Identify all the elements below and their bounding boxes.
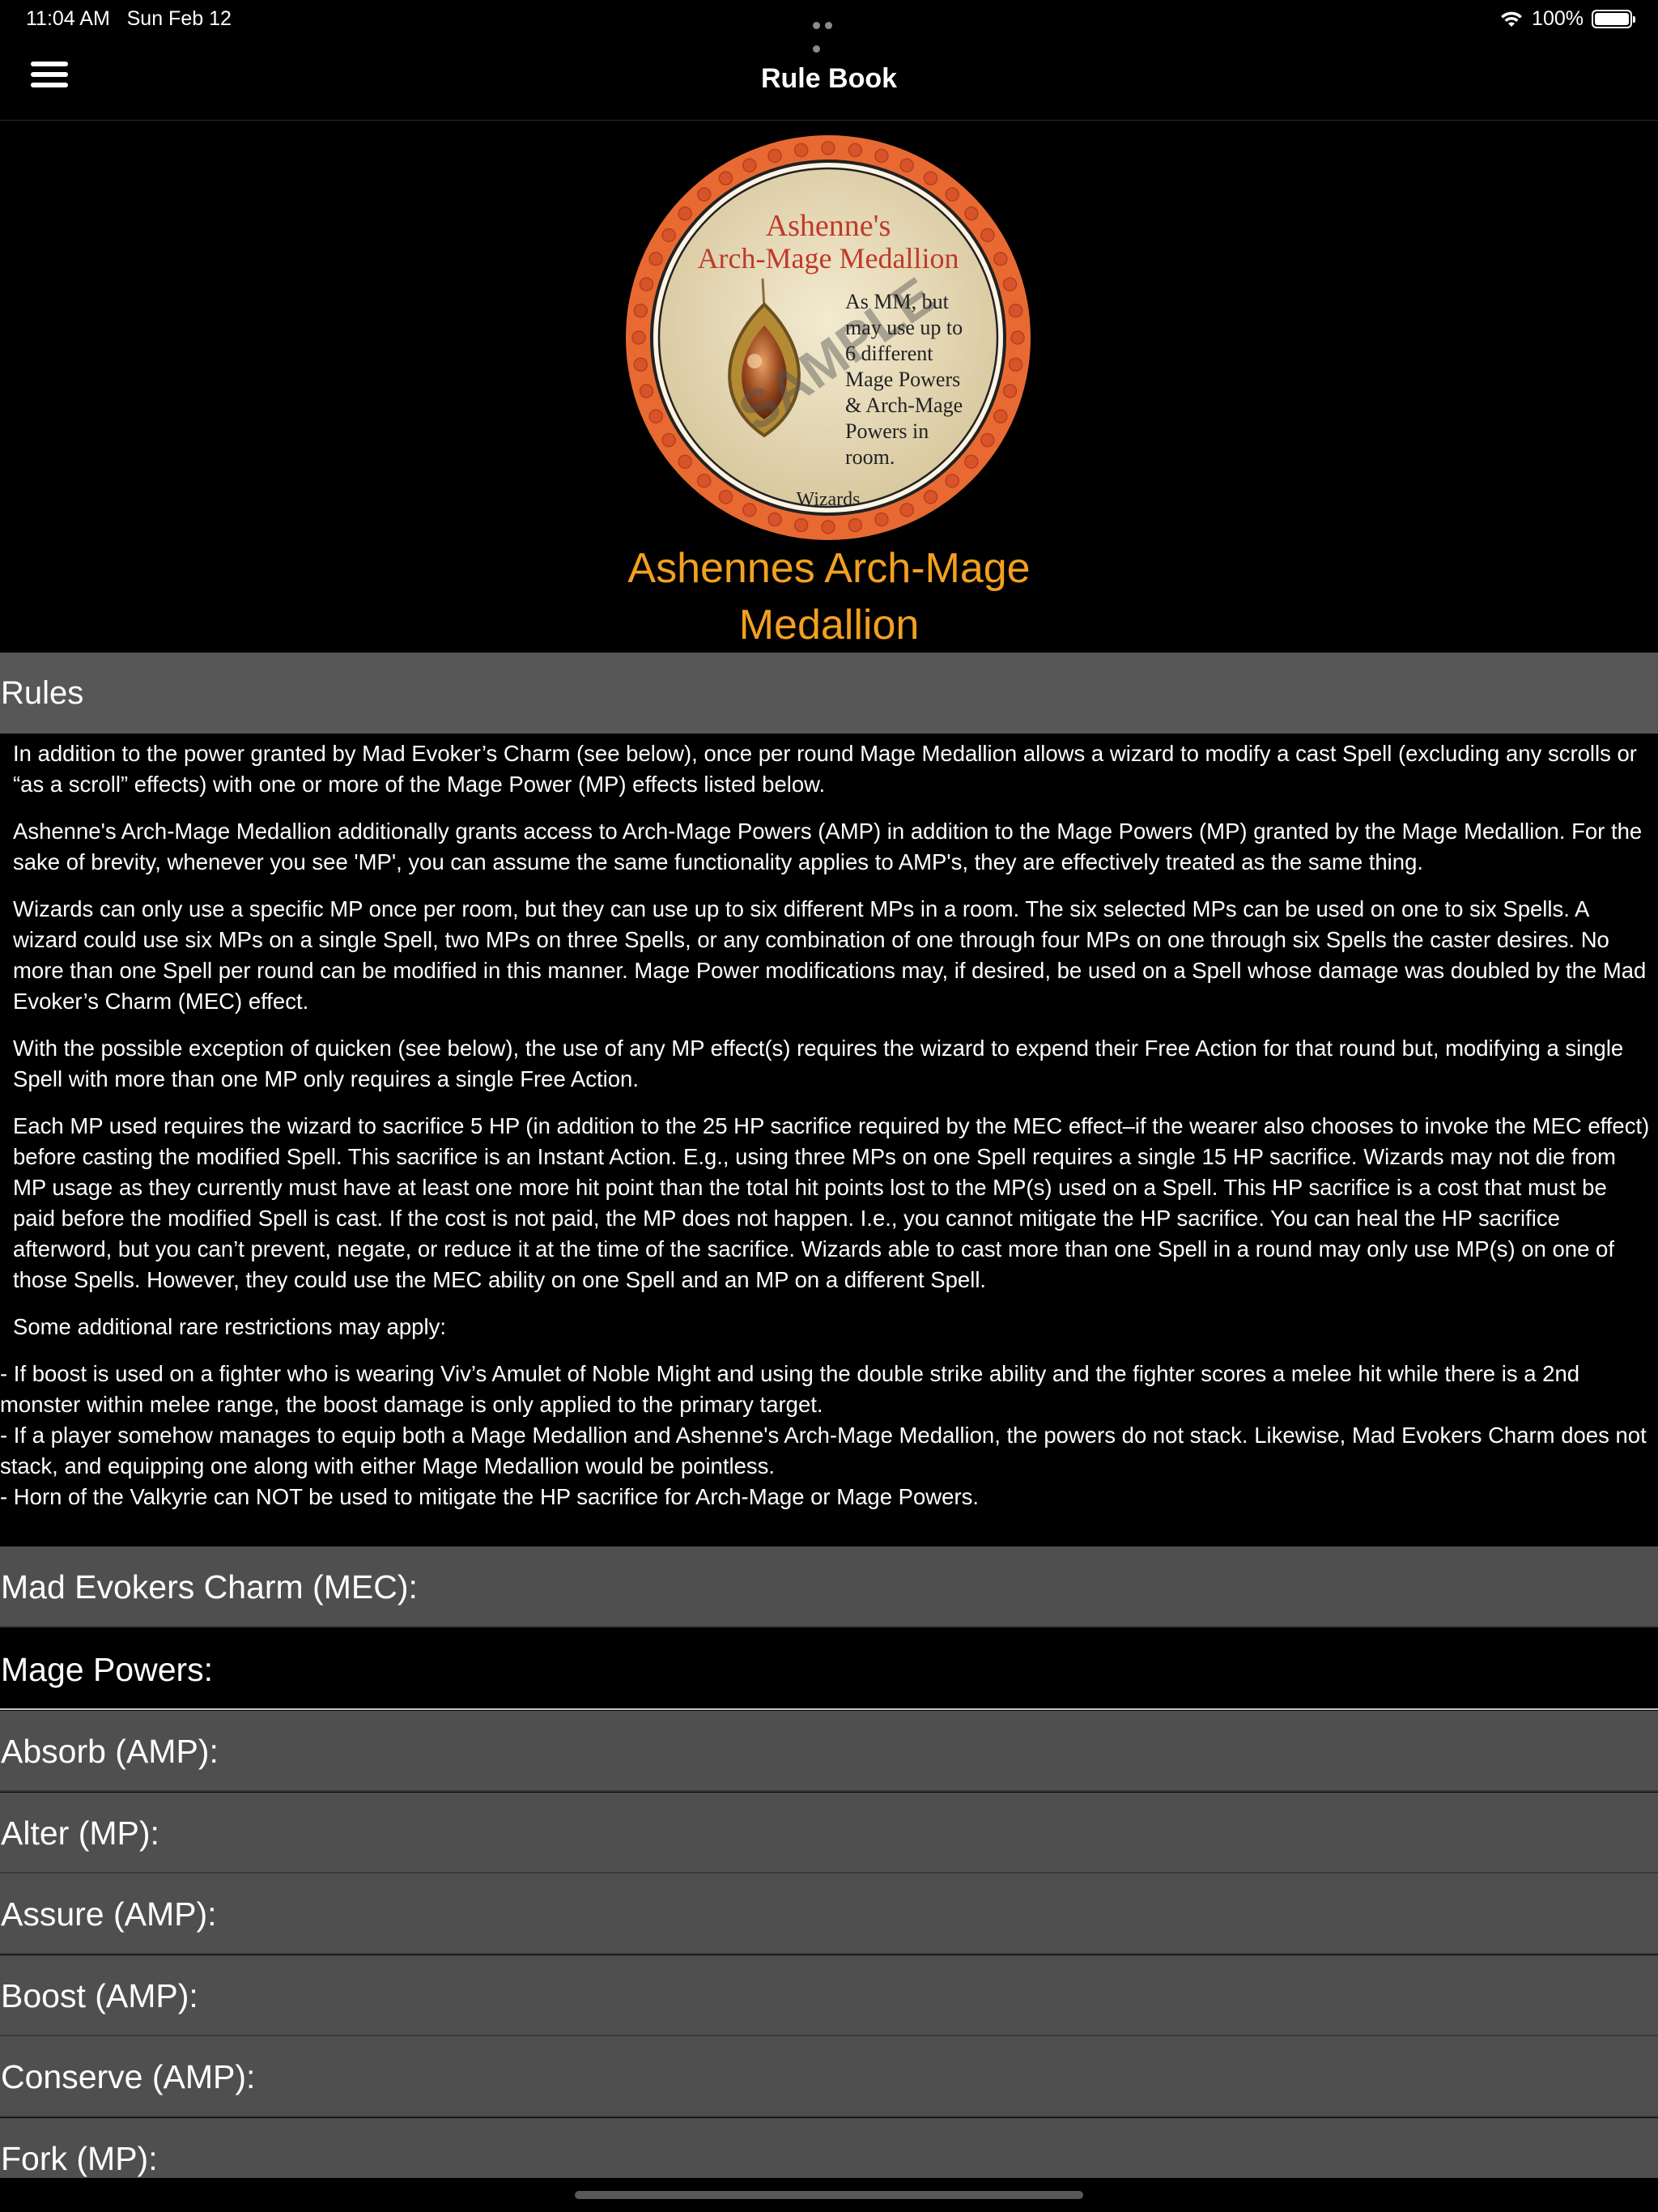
rivet-icon xyxy=(767,148,782,164)
item-hero: Ashenne's Arch-Mage Medallion SAMPLE As … xyxy=(0,121,1658,653)
status-time: 11:04 AM Sun Feb 12 xyxy=(26,7,232,30)
rivet-icon xyxy=(718,490,733,504)
section-conserve[interactable]: Conserve (AMP): xyxy=(0,2036,1658,2117)
rivet-icon xyxy=(1002,384,1018,398)
rivet-icon xyxy=(767,512,782,527)
rivet-icon xyxy=(980,228,995,243)
rivet-icon xyxy=(945,474,959,488)
rivet-icon xyxy=(631,330,646,345)
medallion-name-line2: Arch-Mage Medallion xyxy=(698,242,959,274)
status-right: 100% xyxy=(1499,7,1635,31)
rivet-icon xyxy=(1008,303,1023,318)
medallion-image: Ashenne's Arch-Mage Medallion SAMPLE As … xyxy=(626,135,1031,540)
rivet-icon xyxy=(793,143,809,158)
rivet-icon xyxy=(821,520,835,534)
rivet-icon xyxy=(993,252,1008,266)
rivet-icon xyxy=(661,228,676,243)
status-date: Sun Feb 12 xyxy=(126,7,232,30)
rules-paragraph: With the possible exception of quicken (… xyxy=(13,1036,1624,1091)
rules-paragraph: Ashenne's Arch-Mage Medallion additional… xyxy=(13,819,1643,874)
home-indicator[interactable] xyxy=(575,2191,1083,2199)
svg-text:& Arch-Mage: & Arch-Mage xyxy=(845,393,963,417)
rivet-icon xyxy=(742,158,757,172)
item-title-line2: Medallion xyxy=(738,602,920,649)
nav-bar: Rule Book xyxy=(0,39,1658,121)
rules-paragraph: In addition to the power granted by Mad … xyxy=(13,741,1637,797)
rivet-icon xyxy=(899,503,914,517)
rivet-icon xyxy=(697,474,712,488)
rivet-icon xyxy=(964,206,979,221)
rivet-icon xyxy=(661,432,676,448)
rivet-icon xyxy=(1002,277,1018,291)
rivet-icon xyxy=(633,303,648,318)
rivet-icon xyxy=(848,517,863,533)
rivet-icon xyxy=(923,490,938,504)
rivet-icon xyxy=(678,454,692,469)
rivet-icon xyxy=(697,187,712,202)
item-title-line1: Ashennes Arch-Mage xyxy=(627,545,1031,592)
section-mage-powers[interactable]: Mage Powers: xyxy=(0,1629,1658,1710)
rivet-icon xyxy=(848,143,863,158)
rivet-icon xyxy=(718,171,733,185)
svg-text:may use up to: may use up to xyxy=(845,316,963,339)
section-mad-evokers-charm[interactable]: Mad Evokers Charm (MEC): xyxy=(0,1546,1658,1627)
status-bar: 11:04 AM Sun Feb 12 100% xyxy=(0,0,1658,53)
rivet-icon xyxy=(742,503,757,517)
rivet-icon xyxy=(993,409,1008,423)
rivet-icon xyxy=(964,454,979,469)
section-boost[interactable]: Boost (AMP): xyxy=(0,1955,1658,2036)
rivet-icon xyxy=(923,171,938,185)
rules-body: In addition to the power granted by Mad … xyxy=(0,734,1658,1546)
rules-note: - If a player somehow manages to equip b… xyxy=(0,1423,1647,1478)
rivet-icon xyxy=(1008,357,1023,372)
medallion-footer: Wizards xyxy=(797,489,861,510)
wifi-icon xyxy=(1501,11,1523,27)
svg-text:Mage Powers: Mage Powers xyxy=(845,368,960,391)
rules-paragraph: Each MP used requires the wizard to sacr… xyxy=(13,1113,1650,1292)
svg-text:6 different: 6 different xyxy=(845,342,933,365)
svg-text:room.: room. xyxy=(845,445,895,469)
rules-paragraph: Wizards can only use a specific MP once … xyxy=(13,896,1647,1014)
rivet-icon xyxy=(821,141,835,155)
medallion-name-line1: Ashenne's xyxy=(766,209,891,243)
rules-section-header[interactable]: Rules xyxy=(0,653,1658,734)
section-assure[interactable]: Assure (AMP): xyxy=(0,1874,1658,1955)
rules-note: - If boost is used on a fighter who is w… xyxy=(0,1361,1580,1417)
svg-text:As MM, but: As MM, but xyxy=(845,290,950,313)
section-absorb[interactable]: Absorb (AMP): xyxy=(0,1711,1658,1792)
rivet-icon xyxy=(874,148,889,164)
rules-notes: - If boost is used on a fighter who is w… xyxy=(0,1359,1658,1512)
section-alter[interactable]: Alter (MP): xyxy=(0,1793,1658,1874)
battery-percent: 100% xyxy=(1532,7,1584,30)
rules-paragraph: Some additional rare restrictions may ap… xyxy=(13,1314,446,1339)
rivet-icon xyxy=(648,252,663,266)
rivet-icon xyxy=(980,432,995,448)
page-title: Rule Book xyxy=(760,63,898,94)
svg-text:Powers in: Powers in xyxy=(845,419,929,443)
rivet-icon xyxy=(899,158,914,172)
rivet-icon xyxy=(874,512,889,527)
item-title: Ashennes Arch-Mage Medallion xyxy=(0,540,1658,653)
rules-note: - Horn of the Valkyrie can NOT be used t… xyxy=(0,1484,979,1509)
rivet-icon xyxy=(1010,330,1025,345)
rivet-icon xyxy=(945,187,959,202)
rivet-icon xyxy=(639,384,654,398)
rivet-icon xyxy=(648,409,663,423)
rivet-icon xyxy=(633,357,648,372)
rivet-icon xyxy=(678,206,692,221)
rivet-icon xyxy=(639,277,654,291)
battery-icon xyxy=(1592,10,1635,28)
rivet-icon xyxy=(793,517,809,533)
multitasking-dots-icon[interactable] xyxy=(813,11,845,53)
